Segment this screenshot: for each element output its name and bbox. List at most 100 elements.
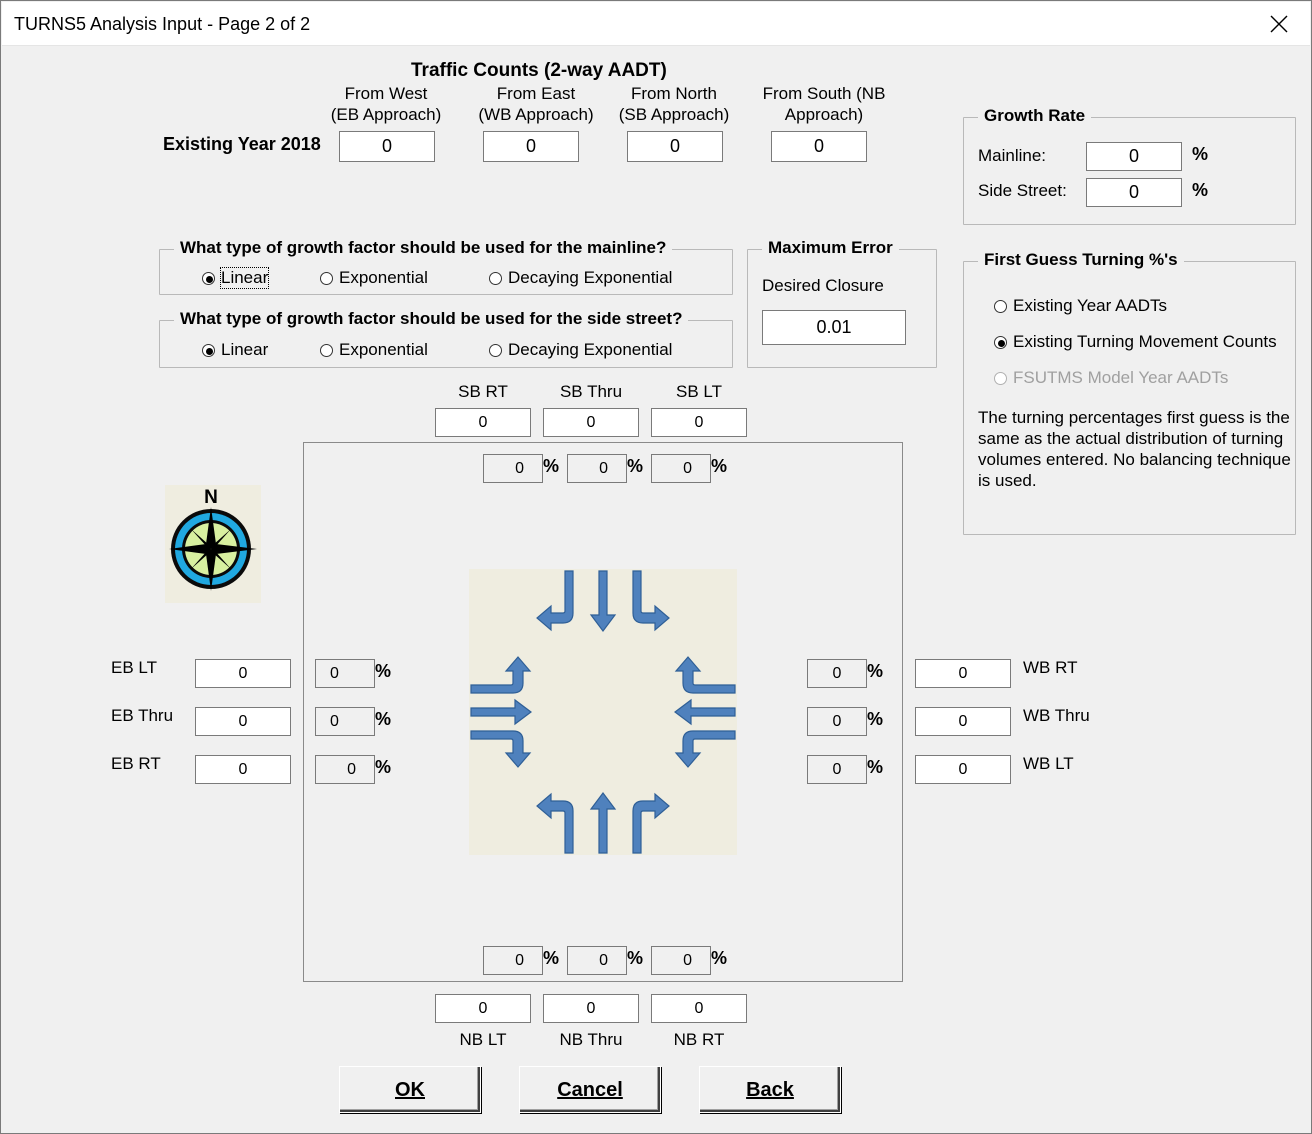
close-icon — [1270, 15, 1288, 33]
maximum-error-group: Maximum Error Desired Closure 0.01 — [747, 238, 937, 368]
radio-indicator — [994, 371, 1007, 385]
mainline-growth-input[interactable]: 0 — [1086, 142, 1182, 171]
sb-lt-label: SB LT — [676, 382, 722, 401]
window-title: TURNS5 Analysis Input - Page 2 of 2 — [14, 14, 311, 34]
radio-indicator — [489, 343, 502, 357]
sb-thru-percent-input[interactable]: 0 — [567, 454, 627, 483]
ok-button[interactable]: OK — [339, 1066, 481, 1113]
side-street-growth-input[interactable]: 0 — [1086, 178, 1182, 207]
eb-rt-percent-input[interactable]: 0 — [315, 755, 375, 784]
radio-label: Exponential — [339, 340, 428, 359]
first-guess-title: First Guess Turning %'s — [978, 250, 1184, 270]
nb-rt-label: NB RT — [673, 1030, 725, 1049]
nb-lt-label: NB LT — [459, 1030, 507, 1049]
nb-rt-percent-input[interactable]: 0 — [651, 946, 711, 975]
radio-indicator — [320, 343, 333, 357]
percent-symbol: % — [375, 757, 392, 777]
wb-rt-percent-input[interactable]: 0 — [807, 659, 867, 688]
back-button[interactable]: Back — [699, 1066, 841, 1113]
aadt-north-input[interactable]: 0 — [627, 131, 723, 162]
mainline-decaying-exponential-radio[interactable]: Decaying Exponential — [489, 268, 672, 288]
cancel-button[interactable]: Cancel — [519, 1066, 661, 1113]
compass-north-letter: N — [204, 487, 218, 508]
intersection-arrows-icon — [469, 569, 737, 855]
radio-label: Linear — [219, 267, 270, 289]
percent-symbol: % — [627, 456, 644, 476]
nb-thru-percent-input[interactable]: 0 — [567, 946, 627, 975]
growth-rate-group: Growth Rate Mainline: 0 % Side Street: 0… — [963, 106, 1296, 225]
sb-rt-label: SB RT — [458, 382, 508, 401]
eb-rt-label: EB RT — [111, 754, 161, 773]
mainline-growth-factor-group: What type of growth factor should be use… — [159, 238, 733, 295]
mainline-label: Mainline: — [978, 146, 1047, 165]
percent-symbol: % — [711, 948, 728, 968]
side-street-growth-factor-group: What type of growth factor should be use… — [159, 309, 733, 368]
eb-lt-label: EB LT — [111, 658, 157, 677]
first-guess-turning-counts-radio[interactable]: Existing Turning Movement Counts — [994, 332, 1277, 352]
traffic-counts-heading: Traffic Counts (2-way AADT) — [411, 60, 667, 81]
side-street-exponential-radio[interactable]: Exponential — [320, 340, 428, 360]
compass-icon: N — [165, 485, 261, 603]
compass-graphic: N — [169, 487, 257, 591]
side-street-decaying-exponential-radio[interactable]: Decaying Exponential — [489, 340, 672, 360]
mainline-exponential-radio[interactable]: Exponential — [320, 268, 428, 288]
aadt-south-input[interactable]: 0 — [771, 131, 867, 162]
radio-indicator — [320, 271, 333, 285]
desired-closure-input[interactable]: 0.01 — [762, 310, 906, 345]
percent-symbol: % — [375, 661, 392, 681]
wb-rt-count-input[interactable]: 0 — [915, 659, 1011, 688]
percent-symbol: % — [867, 709, 884, 729]
wb-thru-percent-input[interactable]: 0 — [807, 707, 867, 736]
radio-label: Exponential — [339, 268, 428, 287]
title-bar: TURNS5 Analysis Input - Page 2 of 2 — [2, 2, 1310, 46]
sb-thru-count-input[interactable]: 0 — [543, 408, 639, 437]
wb-thru-label: WB Thru — [1023, 706, 1090, 725]
radio-label: FSUTMS Model Year AADTs — [1013, 368, 1229, 387]
eb-thru-count-input[interactable]: 0 — [195, 707, 291, 736]
wb-lt-count-input[interactable]: 0 — [915, 755, 1011, 784]
eb-thru-percent-input[interactable]: 0 — [315, 707, 375, 736]
nb-lt-percent-input[interactable]: 0 — [483, 946, 543, 975]
mainline-linear-radio[interactable]: Linear — [202, 267, 270, 289]
first-guess-group: First Guess Turning %'s Existing Year AA… — [963, 250, 1296, 535]
close-button[interactable] — [1256, 4, 1302, 44]
nb-thru-count-input[interactable]: 0 — [543, 994, 639, 1023]
first-guess-fsutms-radio[interactable]: FSUTMS Model Year AADTs — [994, 368, 1228, 388]
radio-label: Decaying Exponential — [508, 268, 673, 287]
wb-thru-count-input[interactable]: 0 — [915, 707, 1011, 736]
eb-lt-percent-input[interactable]: 0 — [315, 659, 375, 688]
sb-lt-percent-input[interactable]: 0 — [651, 454, 711, 483]
growth-rate-title: Growth Rate — [978, 106, 1092, 126]
nb-lt-count-input[interactable]: 0 — [435, 994, 531, 1023]
desired-closure-label: Desired Closure — [762, 276, 884, 295]
eb-lt-count-input[interactable]: 0 — [195, 659, 291, 688]
arrow-diagram — [470, 570, 736, 854]
nb-rt-count-input[interactable]: 0 — [651, 994, 747, 1023]
dialog-window: TURNS5 Analysis Input - Page 2 of 2 Traf… — [0, 0, 1312, 1134]
sb-thru-label: SB Thru — [559, 382, 623, 401]
side-street-linear-radio[interactable]: Linear — [202, 340, 268, 360]
aadt-west-input[interactable]: 0 — [339, 131, 435, 162]
eb-thru-label: EB Thru — [111, 706, 174, 725]
eb-rt-count-input[interactable]: 0 — [195, 755, 291, 784]
radio-indicator — [202, 343, 215, 357]
radio-label: Existing Year AADTs — [1013, 296, 1168, 315]
column-header-south: From South (NB Approach) — [762, 84, 886, 124]
percent-symbol: % — [627, 948, 644, 968]
radio-indicator — [994, 335, 1007, 349]
percent-symbol: % — [375, 709, 392, 729]
first-guess-existing-year-radio[interactable]: Existing Year AADTs — [994, 296, 1167, 316]
percent-symbol: % — [543, 456, 560, 476]
wb-lt-label: WB LT — [1023, 754, 1074, 773]
column-header-west: From West (EB Approach) — [330, 84, 442, 124]
radio-indicator — [489, 271, 502, 285]
aadt-east-input[interactable]: 0 — [483, 131, 579, 162]
wb-lt-percent-input[interactable]: 0 — [807, 755, 867, 784]
column-header-north: From North (SB Approach) — [618, 84, 730, 124]
sb-lt-count-input[interactable]: 0 — [651, 408, 747, 437]
sb-rt-count-input[interactable]: 0 — [435, 408, 531, 437]
radio-indicator — [994, 299, 1007, 313]
sb-rt-percent-input[interactable]: 0 — [483, 454, 543, 483]
radio-indicator — [202, 271, 215, 285]
percent-symbol: % — [543, 948, 560, 968]
